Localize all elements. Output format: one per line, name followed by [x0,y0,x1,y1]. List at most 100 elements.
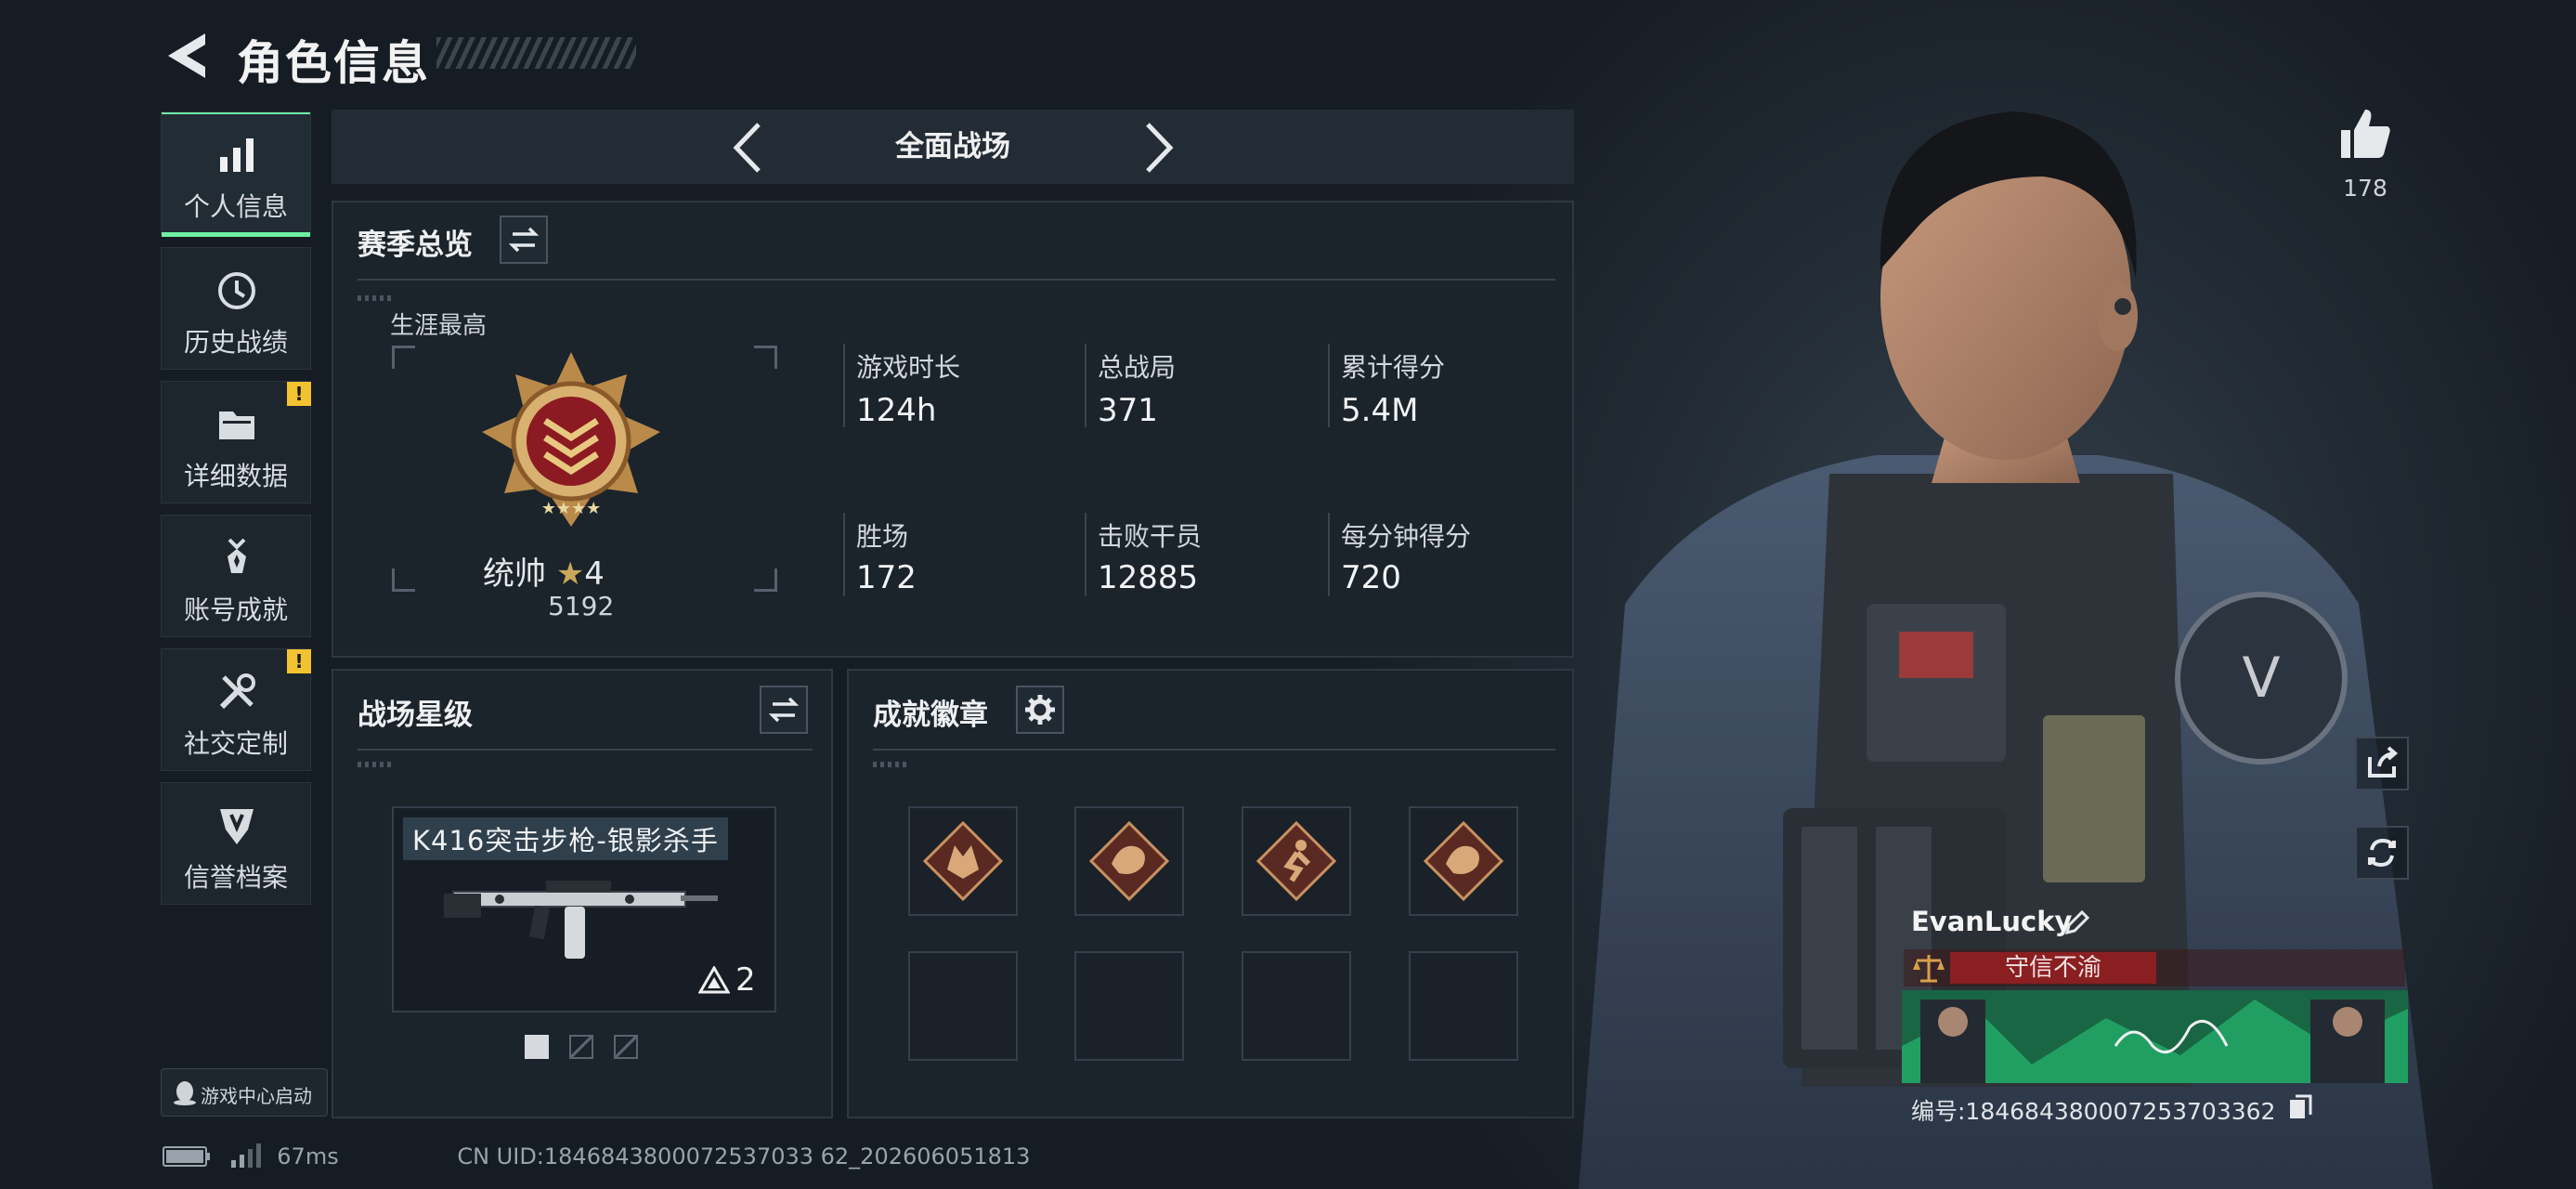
frame-corner [392,568,415,592]
like-count: 178 [2343,175,2387,202]
copy-icon[interactable] [2288,1092,2312,1120]
history-clock-icon [218,272,255,309]
motto-banner: 守信不渝 [1950,952,2156,984]
mode-title: 全面战场 [895,130,1010,163]
player-name: EvanLucky [1911,906,2073,937]
svg-text:★★★★: ★★★★ [541,499,602,518]
refresh-icon [2368,838,2396,868]
runner-badge-icon [1255,820,1337,902]
frame-corner [392,346,415,369]
badge-slot[interactable] [1074,806,1184,916]
achievement-medal-icon [228,538,246,573]
rank-star-icon: ★ [555,555,585,593]
sidebar-item-achievements[interactable]: 账号成就 [161,515,311,637]
game-center-label: 游戏中心启动 [201,1085,312,1107]
rank-name-row: 统帅 ★4 [483,548,605,594]
star-level-triangle-icon [698,966,730,994]
stat-value-kills: 12885 [1098,559,1199,596]
badge-slot-empty[interactable] [908,951,1018,1061]
sidebar-item-label: 历史战绩 [183,327,288,358]
badge-slot[interactable] [1242,806,1351,916]
sidebar-item-label: 账号成就 [183,594,288,625]
folder-icon [219,412,254,439]
name-card-banner[interactable] [1902,990,2408,1083]
player-id: 编号:1846843800072537033​62 [1911,1098,2276,1125]
rank-name: 统帅 [483,555,546,593]
share-button[interactable] [2355,737,2409,790]
sidebar-item-personal-info[interactable]: 个人信息 [161,111,311,237]
thumbs-up-icon[interactable] [2335,104,2395,163]
alert-badge: ! [287,649,311,673]
badge-slot-empty[interactable] [1409,951,1518,1061]
stat-separator [843,513,845,596]
stat-separator [1328,513,1330,596]
battlefield-stars-title: 战场星级 [358,699,473,732]
sidebar-item-label: 信誉档案 [183,862,288,893]
share-icon [2368,746,2399,777]
career-best-label: 生涯最高 [390,312,488,340]
achievement-badges-title: 成就徽章 [873,699,988,732]
page-indicator-active[interactable] [525,1035,549,1059]
stat-separator [1328,344,1330,427]
game-center-launch-button[interactable]: 游戏中心启动 [161,1068,328,1117]
dragon-badge-icon [1423,820,1504,902]
frame-corner [754,568,777,592]
back-arrow-icon[interactable] [163,28,209,84]
stat-label-wins: 胜场 [856,521,909,552]
stat-separator [843,344,845,427]
gear-icon [1025,695,1055,725]
alert-badge: ! [287,382,311,406]
stat-separator [1085,513,1086,596]
weapon-star-level: 2 [735,961,756,999]
badges-settings-button[interactable] [1016,686,1064,734]
edit-pencil-icon[interactable] [2063,908,2091,936]
page-indicator[interactable] [614,1035,638,1059]
stat-value-wins: 172 [856,559,917,596]
bar-chart-icon [220,138,254,172]
stat-value-total-score: 5.4M [1341,392,1419,429]
stat-label-playtime: 游戏时长 [856,352,961,383]
hatch-decoration [358,762,395,767]
uid-text: CN UID:1846843800072537033 62_2026060518… [457,1143,1031,1169]
hatch-decoration [358,295,395,301]
frame-corner [754,346,777,369]
battery-icon [163,1146,210,1167]
stat-label-total-score: 累计得分 [1341,352,1446,383]
swap-arrows-icon [508,227,540,253]
panel-divider [358,749,813,751]
page-indicator[interactable] [569,1035,593,1059]
stat-value-score-per-minute: 720 [1341,559,1401,596]
stat-label-kills: 击败干员 [1098,521,1203,552]
sidebar-item-social-custom[interactable]: 社交定制 ! [161,648,311,771]
stat-value-total-matches: 371 [1098,392,1158,429]
scales-emblem-icon [1913,955,1945,983]
svg-text:V: V [2242,646,2280,711]
stars-swap-button[interactable] [760,686,808,734]
badge-slot[interactable] [908,806,1018,916]
refresh-button[interactable] [2355,826,2409,880]
rifle-icon [444,881,718,959]
sidebar-item-credit-record[interactable]: 信誉档案 [161,782,311,905]
hatch-decoration [873,762,910,767]
sidebar-item-label: 个人信息 [183,191,288,222]
panel-divider [873,749,1555,751]
stat-separator [1085,344,1086,427]
signal-bars-icon [230,1143,261,1168]
stat-value-playtime: 124h [856,392,937,429]
stat-label-total-matches: 总战局 [1098,352,1177,383]
rank-stars: 4 [584,555,605,593]
wolf-badge-icon [922,820,1004,902]
badge-slot[interactable] [1409,806,1518,916]
next-mode-chevron-icon[interactable] [1140,121,1177,175]
title-decoration [436,37,636,69]
sidebar-item-detailed-data[interactable]: 详细数据 ! [161,381,311,503]
weapon-name: K416突击步枪-银影杀手 [403,817,728,860]
badge-slot-empty[interactable] [1242,951,1351,1061]
badge-slot-empty[interactable] [1074,951,1184,1061]
status-bar: 67ms CN UID:1846843800072537033 62_20260… [163,1143,1030,1169]
rank-score: 5192 [548,591,615,621]
sidebar-item-label: 社交定制 [183,728,288,759]
sidebar-item-history[interactable]: 历史战绩 [161,247,311,370]
season-swap-button[interactable] [500,216,548,264]
panel-divider [358,279,1555,281]
